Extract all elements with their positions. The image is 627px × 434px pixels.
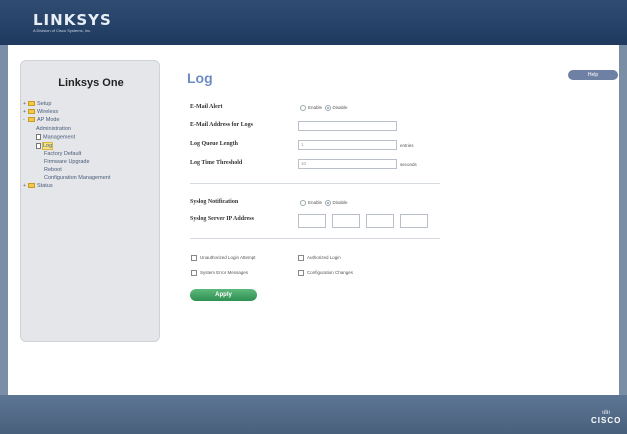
- syslog-ip-octet-4[interactable]: [400, 214, 428, 228]
- syslog-enable-radio[interactable]: [300, 200, 306, 206]
- sidebar-item-label: Factory Default: [44, 151, 82, 157]
- apply-button[interactable]: Apply: [190, 289, 257, 301]
- sidebar-item-setup[interactable]: + Setup: [23, 101, 51, 107]
- time-threshold-label: Log Time Threshold: [190, 160, 243, 166]
- sidebar-item-label: AP Mode: [37, 117, 60, 123]
- syslog-disable-radio[interactable]: [324, 200, 331, 206]
- unauthorized-login-checkbox-row[interactable]: Unauthorized Login Attempt: [191, 255, 256, 261]
- sidebar-item-reboot[interactable]: Reboot: [44, 167, 62, 173]
- checkbox-label: Configuration Changes: [307, 270, 354, 276]
- section-divider: [190, 238, 440, 239]
- authorized-login-checkbox-row[interactable]: Authorized Login: [298, 255, 341, 261]
- cisco-wordmark: CISCO: [591, 416, 622, 425]
- sidebar-item-wireless[interactable]: + Wireless: [23, 109, 58, 115]
- radio-label: Enable: [308, 105, 323, 111]
- checkbox-label: Unauthorized Login Attempt: [200, 255, 256, 261]
- authorized-login-checkbox[interactable]: [298, 255, 304, 261]
- folder-icon: [28, 183, 35, 189]
- folder-icon: [28, 101, 35, 107]
- time-threshold-input[interactable]: 10: [298, 159, 397, 169]
- queue-length-input[interactable]: 1: [298, 140, 397, 150]
- page-icon: [36, 134, 41, 140]
- header-bar: LINKSYS A Division of Cisco Systems, Inc…: [0, 0, 627, 45]
- email-alert-disable-radio[interactable]: [324, 105, 331, 111]
- sidebar-title: Linksys One: [58, 77, 124, 89]
- sidebar-item-administration[interactable]: Administration: [36, 126, 71, 132]
- syslog-ip-octet-1[interactable]: [298, 214, 326, 228]
- system-error-checkbox-row[interactable]: System Error Messages: [191, 270, 248, 276]
- sidebar-item-label: Management: [43, 134, 76, 141]
- radio-label: Disable: [332, 105, 348, 111]
- sidebar-item-ap-mode[interactable]: - AP Mode: [23, 117, 60, 123]
- page-title: Log: [187, 70, 213, 86]
- unauthorized-login-checkbox[interactable]: [191, 255, 197, 261]
- radio-label: Disable: [332, 200, 348, 206]
- configuration-changes-checkbox-row[interactable]: Configuration Changes: [298, 270, 353, 276]
- sidebar-item-configuration-management[interactable]: Configuration Management: [44, 175, 110, 181]
- folder-icon: [28, 109, 35, 115]
- checkbox-label: Authorized Login: [307, 255, 341, 261]
- sidebar-item-management[interactable]: Management: [36, 134, 75, 140]
- email-alert-label: E-Mail Alert: [190, 104, 223, 110]
- sidebar-item-label: Wireless: [37, 109, 59, 115]
- configuration-changes-checkbox[interactable]: [298, 270, 304, 276]
- syslog-notification-label: Syslog Notification: [190, 199, 239, 205]
- email-alert-enable-radio[interactable]: [300, 105, 306, 111]
- syslog-server-label: Syslog Server IP Address: [190, 216, 254, 222]
- checkbox-label: System Error Messages: [200, 270, 249, 276]
- queue-length-unit: entries: [400, 143, 414, 148]
- section-divider: [190, 183, 440, 184]
- radio-label: Enable: [308, 200, 323, 206]
- cisco-logo: ıılıı CISCO: [591, 410, 621, 425]
- sidebar-item-label: Status: [37, 183, 53, 189]
- sidebar-item-label: Configuration Management: [44, 175, 111, 181]
- syslog-notification-radio-group: Enable Disable: [300, 200, 348, 206]
- email-address-input[interactable]: [298, 121, 397, 131]
- time-threshold-unit: seconds: [400, 162, 417, 167]
- sidebar-item-label: Setup: [37, 101, 52, 107]
- folder-icon: [28, 117, 35, 123]
- email-alert-radio-group: Enable Disable: [300, 105, 348, 111]
- logo-tagline: A Division of Cisco Systems, Inc.: [33, 28, 92, 33]
- syslog-ip-octet-3[interactable]: [366, 214, 394, 228]
- queue-length-label: Log Queue Length: [190, 141, 239, 147]
- sidebar-item-label: Firmware Upgrade: [44, 159, 90, 165]
- sidebar-item-label: Log: [41, 142, 54, 151]
- email-address-label: E-Mail Address for Logs: [190, 122, 253, 128]
- page-icon: [36, 143, 41, 149]
- sidebar-item-label: Reboot: [44, 167, 62, 173]
- sidebar-item-firmware-upgrade[interactable]: Firmware Upgrade: [44, 159, 90, 165]
- footer-bar: [0, 395, 627, 434]
- help-button[interactable]: Help: [568, 70, 618, 80]
- sidebar-item-status[interactable]: + Status: [23, 183, 53, 189]
- linksys-logo: LINKSYS: [33, 11, 112, 29]
- system-error-checkbox[interactable]: [191, 270, 197, 276]
- sidebar-item-label: Administration: [36, 126, 71, 132]
- syslog-ip-octet-2[interactable]: [332, 214, 360, 228]
- sidebar-item-factory-default[interactable]: Factory Default: [44, 151, 81, 157]
- sidebar-item-log[interactable]: Log: [36, 142, 54, 151]
